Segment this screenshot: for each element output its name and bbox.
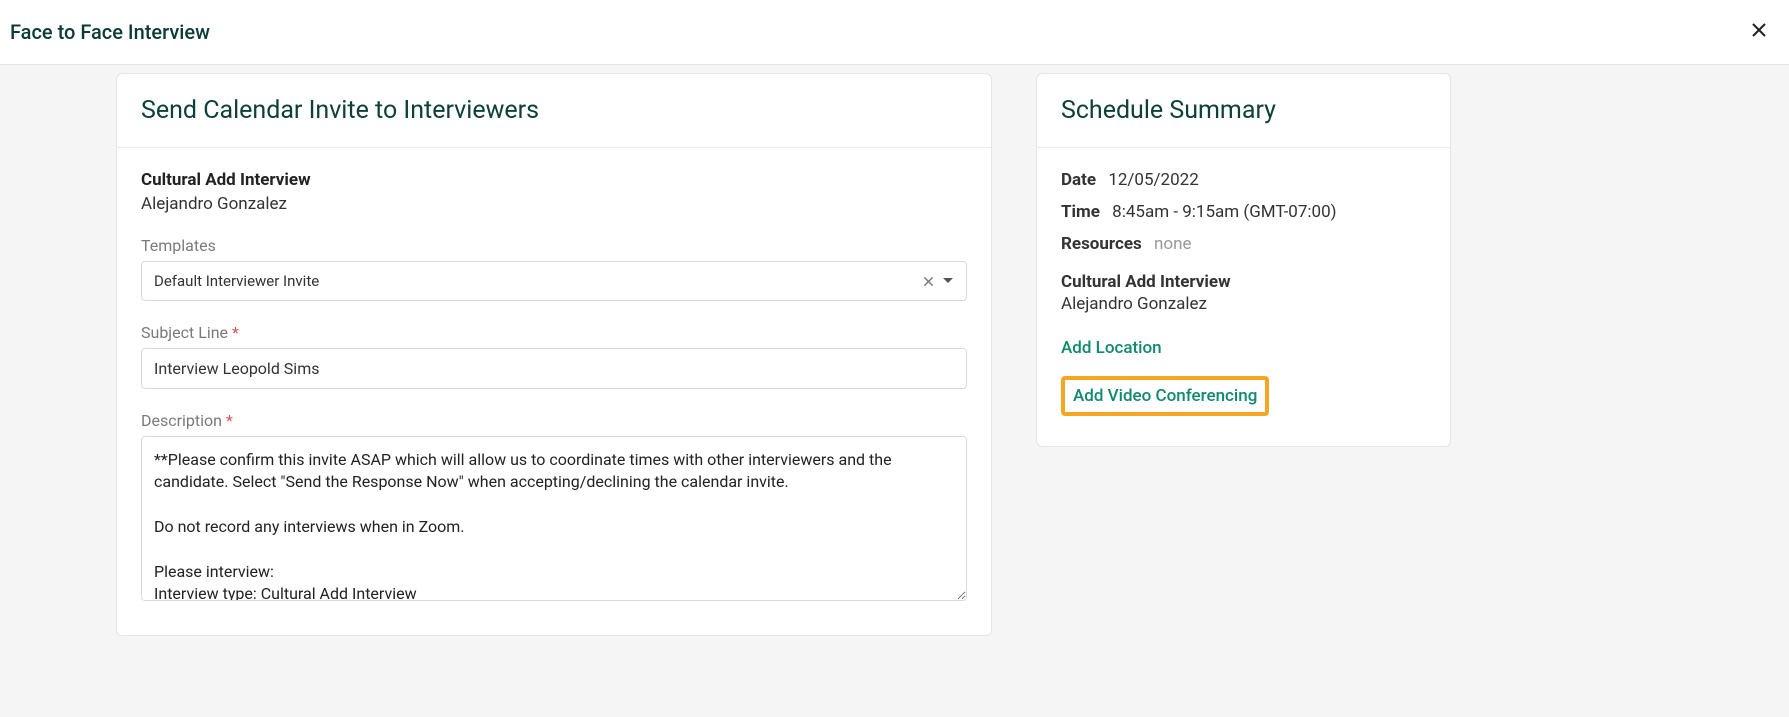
interviewer-name: Alejandro Gonzalez <box>141 194 967 214</box>
summary-interviewer-name: Alejandro Gonzalez <box>1061 294 1426 314</box>
add-location-link[interactable]: Add Location <box>1061 338 1162 358</box>
summary-card: Schedule Summary Date 12/05/2022 Time 8:… <box>1036 73 1451 447</box>
description-label: Description <box>141 411 967 430</box>
interview-type-heading: Cultural Add Interview <box>141 170 967 190</box>
templates-select[interactable]: Default Interviewer Invite <box>141 261 967 301</box>
templates-label: Templates <box>141 236 967 255</box>
summary-resources-label: Resources <box>1061 234 1142 254</box>
topbar: Face to Face Interview <box>0 0 1789 65</box>
summary-date-label: Date <box>1061 170 1096 190</box>
invite-card-body: Cultural Add Interview Alejandro Gonzale… <box>117 148 991 635</box>
templates-selected-value: Default Interviewer Invite <box>154 272 923 290</box>
summary-time-label: Time <box>1061 202 1100 222</box>
subject-label: Subject Line <box>141 323 967 342</box>
add-video-conferencing-link[interactable]: Add Video Conferencing <box>1073 386 1257 406</box>
page-body: Send Calendar Invite to Interviewers Cul… <box>0 65 1789 717</box>
summary-time-row: Time 8:45am - 9:15am (GMT-07:00) <box>1061 202 1426 222</box>
subject-input[interactable] <box>141 348 967 389</box>
invite-card-title: Send Calendar Invite to Interviewers <box>141 96 967 125</box>
close-icon <box>1751 22 1767 38</box>
summary-resources-value: none <box>1154 234 1192 254</box>
page-title: Face to Face Interview <box>10 20 210 44</box>
chevron-down-icon <box>942 277 954 285</box>
summary-date-row: Date 12/05/2022 <box>1061 170 1426 190</box>
summary-interview-block: Cultural Add Interview Alejandro Gonzale… <box>1061 272 1426 314</box>
summary-resources-row: Resources none <box>1061 234 1426 254</box>
summary-interview-title: Cultural Add Interview <box>1061 272 1426 292</box>
summary-card-title: Schedule Summary <box>1061 96 1426 125</box>
layout: Send Calendar Invite to Interviewers Cul… <box>116 73 1456 636</box>
invite-card: Send Calendar Invite to Interviewers Cul… <box>116 73 992 636</box>
summary-card-header: Schedule Summary <box>1037 74 1450 148</box>
summary-date-value: 12/05/2022 <box>1108 170 1198 190</box>
close-button[interactable] <box>1747 18 1771 46</box>
description-textarea[interactable] <box>141 436 967 601</box>
clear-icon[interactable] <box>923 276 934 287</box>
summary-time-value: 8:45am - 9:15am (GMT-07:00) <box>1112 202 1336 222</box>
invite-card-header: Send Calendar Invite to Interviewers <box>117 74 991 148</box>
summary-card-body: Date 12/05/2022 Time 8:45am - 9:15am (GM… <box>1037 148 1450 446</box>
add-video-highlight: Add Video Conferencing <box>1061 376 1269 416</box>
